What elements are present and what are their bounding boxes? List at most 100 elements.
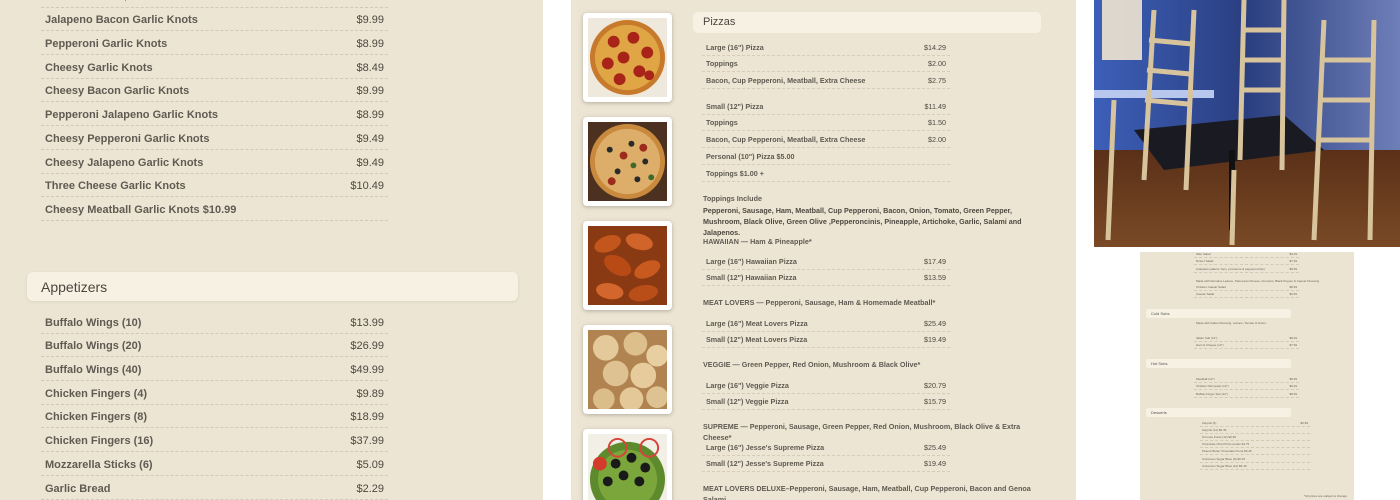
thumbnail-item-name: Side Salad xyxy=(1196,252,1211,256)
item-name: Three Cheese Garlic Knots xyxy=(45,180,186,193)
menu-row: Large (16") Jesse's Supreme Pizza $25.49 xyxy=(702,439,950,456)
thumbnail-row: Dinner Salad $7.49 xyxy=(1194,259,1299,265)
item-price: $19.49 xyxy=(924,459,946,469)
toppings-list: Pepperoni, Sausage, Ham, Meatball, Cup P… xyxy=(703,206,1022,237)
item-name: Buffalo Wings (40) xyxy=(45,364,142,377)
thumbnail-item-name: Zeppoli (6) xyxy=(1202,420,1217,425)
thumbnail-item-price: $9.49 xyxy=(1289,384,1297,388)
menu-row: Three Cheese Garlic Knots $10.49 xyxy=(41,174,388,198)
menu-page-thumbnail[interactable]: Side Salad $3.49 Dinner Salad $7.49 Antipast… xyxy=(1094,252,1400,500)
item-name: Large (16") Hawaiian Pizza xyxy=(706,256,797,266)
item-price: $25.49 xyxy=(924,318,946,328)
item-name: Small (12") Hawaiian Pizza xyxy=(706,273,797,283)
salad-image xyxy=(588,434,667,500)
pizza-menu-panel: Pizzas Large (16") Pizza $14.29 Toppings $2… xyxy=(571,0,1076,500)
item-price: $13.59 xyxy=(924,273,946,283)
thumbnail-item-name: Chicken Parmesan (12") xyxy=(1196,384,1229,388)
menu-row: Pepperoni Garlic Knots $8.99 xyxy=(41,31,388,56)
item-price: $9.49 xyxy=(356,156,384,169)
menu-row: Bacon, Cup Pepperoni, Meatball, Extra Ch… xyxy=(702,73,950,90)
garlic-knots-image xyxy=(588,330,668,411)
pepperoni-pizza-photo[interactable] xyxy=(583,13,672,102)
item-name: Toppings xyxy=(706,59,738,69)
thumbnail-item-price: $3.49 xyxy=(1289,252,1297,256)
thumbnail-row: Chicken Parmesan (12") $9.49 xyxy=(1194,384,1299,390)
item-name: Garlic Bread xyxy=(45,482,111,495)
item-name: Buffalo Wings (10) xyxy=(45,316,142,329)
item-name: Personal (10") Pizza $5.00 xyxy=(706,152,795,162)
menu-row: Cheesy Bacon Garlic Knots $9.99 xyxy=(41,79,388,103)
item-price: $8.49 xyxy=(356,61,384,74)
item-name: Cheesy Meatball Garlic Knots $10.99 xyxy=(45,203,237,216)
item-name: Cheesy Pepperoni Garlic Knots xyxy=(45,132,210,145)
item-name: Toppings $1.00 + xyxy=(706,168,764,178)
thumbnail-cold-subs-note: Made with Italian Dressing, Lettuce, Tom… xyxy=(1196,321,1267,325)
item-price: $9.99 xyxy=(356,14,384,27)
garlic-knots-photo[interactable] xyxy=(583,325,672,414)
veggie-title: VEGGIE — Green Pepper, Red Onion, Mushro… xyxy=(703,360,921,369)
menu-row: Toppings $1.50 xyxy=(702,115,950,132)
item-price: $25.49 xyxy=(924,442,946,452)
menu-row: Cheesy Jalapeno Garlic Knots $9.49 xyxy=(41,150,388,174)
menu-row: Buffalo Wings (20) $26.99 xyxy=(41,334,388,358)
item-name: Small (12") Jesse's Supreme Pizza xyxy=(706,459,824,469)
appetizers-header: Appetizers xyxy=(27,272,518,301)
thumbnail-row: Antipasto (salami, ham, provolone & pepp… xyxy=(1194,267,1299,273)
thumbnail-row: Buffalo Finger Sub (12") $8.99 xyxy=(1194,392,1299,398)
menu-row: Pepperoni Jalapeno Garlic Knots $8.99 xyxy=(41,103,388,127)
thumbnail-hot-subs-header: Hot Subs xyxy=(1146,359,1291,368)
restaurant-interior-photo[interactable] xyxy=(1094,0,1400,247)
menu-row: Personal (10") Pizza $5.00 xyxy=(702,148,950,166)
item-price: $37.99 xyxy=(350,435,384,448)
menu-row: Cheesy Garlic Knots $8.49 xyxy=(41,55,388,79)
thumbnail-item-name: Meatball (12") xyxy=(1196,376,1215,381)
thumbnail-item-price: $8.99 xyxy=(1289,284,1297,289)
thumbnail-item-price: $8.49 xyxy=(1289,335,1297,340)
thumbnail-desserts-header-title: Desserts xyxy=(1151,410,1167,415)
thumbnail-row: Chicken Caesar Salad $8.99 xyxy=(1194,285,1299,291)
item-price: $13.99 xyxy=(350,316,384,329)
item-price: $8.99 xyxy=(356,109,384,122)
menu-row: Small (12") Pizza $11.49 xyxy=(702,98,950,115)
wings-photo[interactable] xyxy=(583,221,672,310)
menu-row: Buffalo Wings (10) $13.99 xyxy=(41,310,388,334)
thumbnail-cold-subs-header-title: Cold Subs xyxy=(1151,311,1170,316)
menu-row: Mozzarella Sticks (6) $5.09 xyxy=(41,452,388,476)
thumbnail-item-name: Peanut Butter Chocolate Knots $9.49 xyxy=(1202,449,1252,454)
thumbnail-item-name: Caesar Salad xyxy=(1196,292,1215,296)
pizzas-header: Pizzas xyxy=(693,12,1041,33)
item-name: Large (16") Jesse's Supreme Pizza xyxy=(706,442,825,452)
item-name: Large (16") Veggie Pizza xyxy=(706,380,789,390)
thumbnail-cold-subs-header: Cold Subs xyxy=(1146,309,1291,318)
item-price: $18.99 xyxy=(350,411,384,424)
thumbnail-item-price: $3.99 xyxy=(1300,420,1308,425)
hawaiian-title: HAWAIIAN — Ham & Pineapple* xyxy=(703,237,812,246)
thumbnail-item-name: Cinnamon Sugar Bites (6) $3.49 xyxy=(1202,456,1245,461)
item-name: Chicken Fingers (8) xyxy=(45,411,148,424)
thumbnail-item-name: S'mores Knots (12) $9.99 xyxy=(1202,434,1236,439)
item-name: Chicken Fingers (16) xyxy=(45,435,154,448)
thumbnail-item-name: Italian Sub (12") xyxy=(1196,335,1218,340)
item-price: $19.49 xyxy=(924,335,946,345)
menu-row: Bacon, Cup Pepperoni, Meatball, Extra Ch… xyxy=(702,132,950,149)
item-name: Toppings xyxy=(706,118,738,128)
meat-lovers-deluxe-title: MEAT LOVERS DELUXE–Pepperoni, Sausage, H… xyxy=(703,484,1031,500)
thumbnail-item-price: $6.99 xyxy=(1289,292,1297,296)
menu-row: 6 Garlic Knots $4.99 xyxy=(41,0,388,8)
item-name: Jalapeno Bacon Garlic Knots xyxy=(45,14,198,27)
menu-row: Small (12") Jesse's Supreme Pizza $19.49 xyxy=(702,456,950,473)
item-name: Large (16") Meat Lovers Pizza xyxy=(706,318,808,328)
item-name: Pepperoni Jalapeno Garlic Knots xyxy=(45,109,218,122)
menu-row: Buffalo Wings (40) $49.99 xyxy=(41,357,388,382)
menu-row: Chicken Fingers (16) $37.99 xyxy=(41,429,388,453)
item-name: Pepperoni Garlic Knots xyxy=(45,38,168,51)
thumbnail-salad-note: Made with Romaine Lettuce, Parmesan Chee… xyxy=(1196,279,1320,283)
thumbnail-item-price: $7.99 xyxy=(1289,343,1297,347)
item-name: Bacon, Cup Pepperoni, Meatball, Extra Ch… xyxy=(706,135,866,145)
menu-row: Large (16") Veggie Pizza $20.79 xyxy=(702,377,950,394)
pizzas-title: Pizzas xyxy=(703,16,736,28)
supreme-pizza-photo[interactable] xyxy=(583,117,672,206)
salad-photo[interactable] xyxy=(583,429,672,500)
menu-row: Large (16") Meat Lovers Pizza $25.49 xyxy=(702,315,950,332)
supreme-pizza-image xyxy=(588,122,667,201)
